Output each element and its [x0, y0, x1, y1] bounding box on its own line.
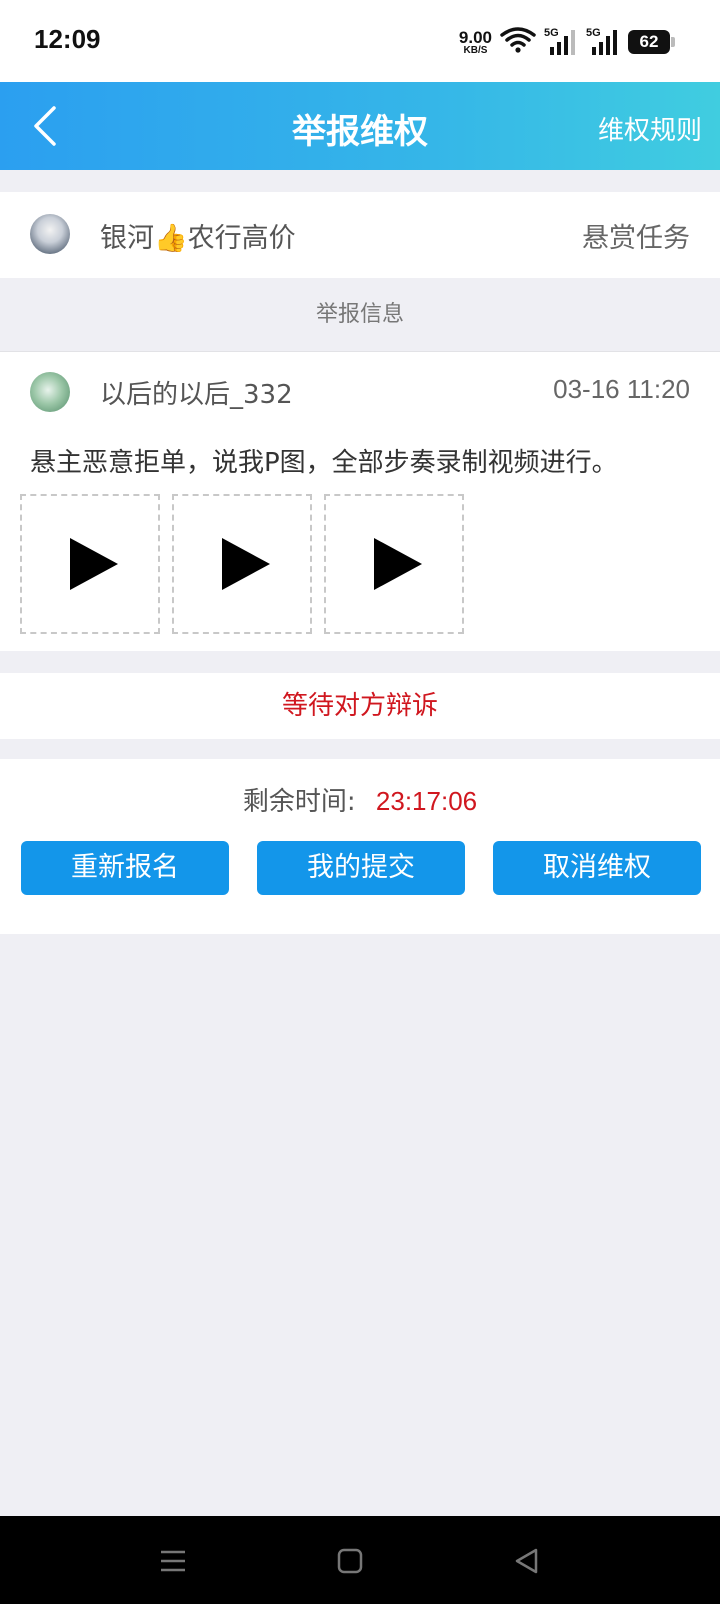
remaining-time-value: 23:17:06 [375, 786, 478, 816]
task-avatar [30, 214, 70, 254]
menu-icon [161, 1550, 185, 1572]
network-speed-unit: KB/S [463, 44, 488, 56]
task-title: 银河👍农行高价 [100, 223, 296, 254]
home-button[interactable] [335, 1546, 365, 1576]
reporter-name: 以后的以后_332 [100, 380, 293, 410]
nav-bar: 举报维权 维权规则 [0, 82, 720, 170]
reporter-avatar [30, 372, 70, 412]
video-thumbnail-3[interactable] [324, 494, 464, 634]
wifi-icon [500, 25, 536, 59]
video-thumbnail-2[interactable] [172, 494, 312, 634]
remaining-time-row: 剩余时间: 23:17:06 [0, 781, 720, 818]
report-text: 悬主恶意拒单，说我P图，全部步奏录制视频进行。 [30, 448, 618, 478]
re-signup-button[interactable]: 重新报名 [21, 841, 229, 895]
play-icon [222, 538, 270, 590]
battery-icon: 62 [628, 30, 675, 54]
status-bar: 12:09 9.00 KB/S 5G 5G 62 [0, 0, 720, 82]
menu-button[interactable] [158, 1546, 188, 1576]
cancel-dispute-button[interactable]: 取消维权 [493, 841, 701, 895]
network-speed-value: 9.00 [458, 27, 492, 47]
video-thumbnail-1[interactable] [20, 494, 160, 634]
rules-link[interactable]: 维权规则 [598, 110, 702, 147]
play-icon [70, 538, 118, 590]
my-submission-button[interactable]: 我的提交 [257, 841, 465, 895]
report-card: 以后的以后_332 03-16 11:20 悬主恶意拒单，说我P图，全部步奏录制… [0, 351, 720, 651]
action-section: 剩余时间: 23:17:06 重新报名 我的提交 取消维权 [0, 759, 720, 934]
home-icon [337, 1548, 363, 1574]
status-icons: 9.00 KB/S 5G 5G 62 [459, 22, 675, 62]
remaining-time-label: 剩余时间: [242, 787, 356, 817]
system-back-button[interactable] [512, 1546, 542, 1576]
cell-signal-1-icon: 5G [544, 27, 578, 57]
play-icon [374, 538, 422, 590]
back-triangle-icon [515, 1548, 538, 1574]
system-nav-bar [0, 1516, 720, 1604]
network-speed: 9.00 KB/S [459, 29, 492, 56]
task-type-label: 悬赏任务 [582, 223, 690, 254]
cell-signal-2-icon: 5G [586, 27, 620, 57]
task-card[interactable]: 银河👍农行高价 悬赏任务 [0, 192, 720, 278]
report-section-header: 举报信息 [315, 302, 404, 327]
status-time: 12:09 [34, 24, 101, 54]
dispute-status: 等待对方辩诉 [0, 673, 720, 739]
report-time: 03-16 11:20 [553, 374, 690, 404]
